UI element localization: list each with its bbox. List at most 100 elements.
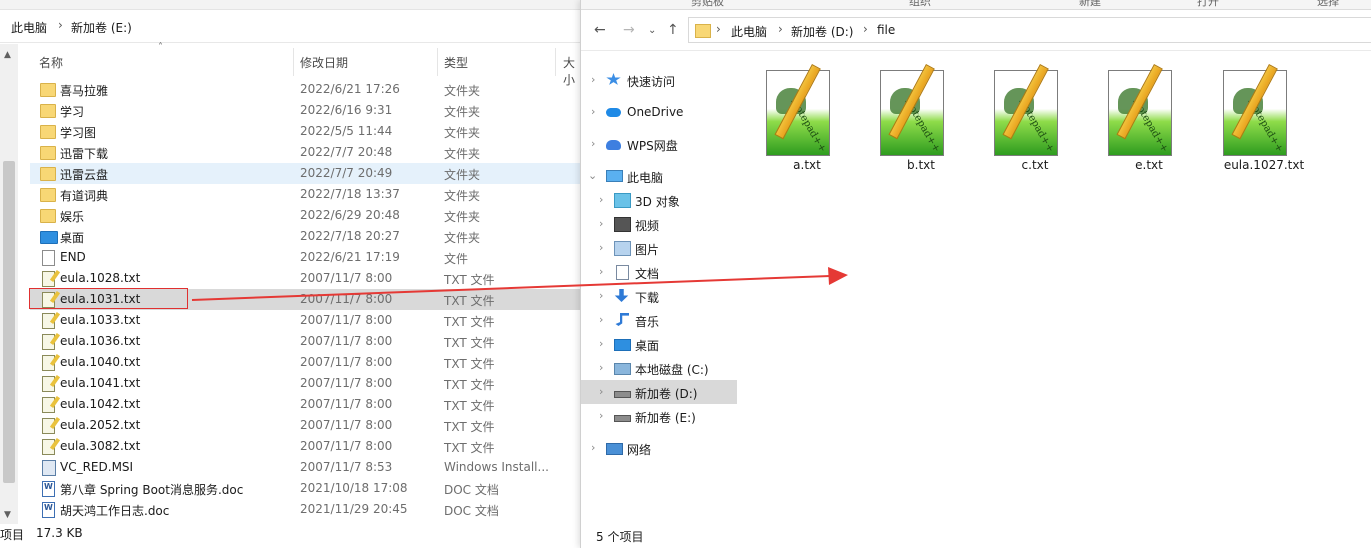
chevron-right-icon[interactable]: › [591,73,595,86]
file-row[interactable]: eula.1033.txt 2007/11/7 8:00 TXT 文件 [30,310,580,331]
ribbon-organize[interactable]: 组织 [909,0,931,9]
file-row[interactable]: 学习 2022/6/16 9:31 文件夹 [30,100,580,121]
cloud-icon [606,108,621,117]
tree-item-3d-objects[interactable]: › 3D 对象 [581,188,737,212]
tree-item-network[interactable]: › 网络 [581,436,737,460]
chevron-down-icon[interactable]: ⌄ [588,169,597,182]
tree-item-music[interactable]: › 音乐 [581,308,737,332]
column-divider[interactable] [293,48,294,76]
chevron-right-icon[interactable]: › [599,241,603,254]
tree-item-onedrive[interactable]: › OneDrive [581,100,737,124]
breadcrumb-separator-icon: › [863,22,868,36]
file-item[interactable]: Notepad++ e.txt [1094,64,1204,178]
file-row[interactable]: VC_RED.MSI 2007/11/7 8:53 Windows Install.… [30,457,580,478]
breadcrumb-this-pc[interactable]: 此电脑 [11,19,47,36]
ribbon-open[interactable]: 打开 [1197,0,1219,9]
tree-item-desktop[interactable]: › 桌面 [581,332,737,356]
file-row[interactable]: eula.2052.txt 2007/11/7 8:00 TXT 文件 [30,415,580,436]
up-arrow-icon[interactable]: ↑ [667,22,679,38]
ribbon-select[interactable]: 选择 [1317,0,1339,9]
column-name[interactable]: 名称 [39,54,63,71]
column-header: 名称 修改日期 类型 大小 [18,44,580,87]
right-explorer-window: 剪贴板 组织 新建 打开 选择 ← → ⌄ ↑ › 此电脑 › 新加卷 (D:)… [580,0,1371,548]
video-icon [614,217,631,232]
tree-item-wps-cloud[interactable]: › WPS网盘 [581,132,737,156]
folder-icon [695,24,711,38]
breadcrumb-drive-e[interactable]: 新加卷 (E:) [71,19,132,36]
chevron-right-icon[interactable]: › [599,265,603,278]
column-type[interactable]: 类型 [444,54,468,71]
file-row[interactable]: 迅雷下载 2022/7/7 20:48 文件夹 [30,142,580,163]
file-item[interactable]: Notepad++ eula.1027.txt [1209,64,1319,178]
status-item-count: 5 个项目 [596,530,644,544]
chevron-right-icon[interactable]: › [599,313,603,326]
chevron-right-icon[interactable]: › [599,289,603,302]
tree-item-quick-access[interactable]: › 快速访问 [581,68,737,92]
file-item[interactable]: Notepad++ c.txt [980,64,1090,178]
file-item[interactable]: Notepad++ a.txt [752,64,862,178]
file-row[interactable]: 迅雷云盘 2022/7/7 20:49 文件夹 [30,163,580,184]
tree-item-drive-d[interactable]: › 新加卷 (D:) [581,380,737,404]
chevron-right-icon[interactable]: › [599,337,603,350]
chevron-right-icon[interactable]: › [599,217,603,230]
column-divider[interactable] [555,48,556,76]
file-row[interactable]: eula.1028.txt 2007/11/7 8:00 TXT 文件 [30,268,580,289]
file-item[interactable]: Notepad++ b.txt [866,64,976,178]
file-row[interactable]: 学习图 2022/5/5 11:44 文件夹 [30,121,580,142]
chevron-right-icon[interactable]: › [591,137,595,150]
tree-item-videos[interactable]: › 视频 [581,212,737,236]
breadcrumb-drive-d[interactable]: 新加卷 (D:) [791,23,853,40]
file-label: b.txt [907,158,935,172]
scroll-up-icon[interactable]: ▲ [4,50,11,60]
chevron-right-icon[interactable]: › [599,361,603,374]
chevron-right-icon[interactable]: › [599,409,603,422]
file-row[interactable]: 第八章 Spring Boot消息服务.doc2021/10/18 17:08D… [30,478,580,499]
left-explorer-window: 此电脑 › 新加卷 (E:) ▲ ▼ ˄ 名称 修改日期 类型 大小 喜马拉雅 2… [0,0,580,548]
drive-icon [614,415,631,422]
txt-file-icon [42,418,55,434]
tree-item-this-pc[interactable]: ⌄ 此电脑 [581,164,737,188]
file-row[interactable]: eula.3082.txt 2007/11/7 8:00 TXT 文件 [30,436,580,457]
ribbon-clipboard[interactable]: 剪贴板 [691,0,724,9]
file-row[interactable]: 喜马拉雅 2022/6/21 17:26 文件夹 [30,79,580,100]
tree-item-drive-c[interactable]: › 本地磁盘 (C:) [581,356,737,380]
file-label: e.txt [1135,158,1163,172]
scroll-down-icon[interactable]: ▼ [4,510,11,520]
file-row[interactable]: eula.1041.txt 2007/11/7 8:00 TXT 文件 [30,373,580,394]
tree-item-downloads[interactable]: › 下载 [581,284,737,308]
scrollbar-thumb[interactable] [3,161,15,483]
chevron-right-icon[interactable]: › [591,441,595,454]
tree-item-pictures[interactable]: › 图片 [581,236,737,260]
chevron-right-icon[interactable]: › [591,105,595,118]
forward-arrow-icon[interactable]: → [623,22,635,38]
column-date[interactable]: 修改日期 [300,54,348,71]
ribbon-group-labels: 剪贴板 组织 新建 打开 选择 [581,0,1371,10]
folder-icon [40,188,56,202]
file-row[interactable]: 桌面 2022/7/18 20:27 文件夹 [30,226,580,247]
file-row[interactable]: 娱乐 2022/6/29 20:48 文件夹 [30,205,580,226]
folder-icon [40,209,56,223]
tree-item-drive-e[interactable]: › 新加卷 (E:) [581,404,737,428]
right-address-bar[interactable]: › 此电脑 › 新加卷 (D:) › file [688,17,1371,43]
file-row[interactable]: eula.1040.txt 2007/11/7 8:00 TXT 文件 [30,352,580,373]
file-row[interactable]: eula.1036.txt 2007/11/7 8:00 TXT 文件 [30,331,580,352]
notepad-plus-plus-file-icon: Notepad++ [1223,64,1291,156]
file-row[interactable]: eula.1042.txt 2007/11/7 8:00 TXT 文件 [30,394,580,415]
column-divider[interactable] [437,48,438,76]
file-icon [42,250,55,266]
file-row[interactable]: 胡天鸿工作日志.doc2021/11/29 20:45DOC 文档 [30,499,580,520]
file-row[interactable]: 有道词典 2022/7/18 13:37 文件夹 [30,184,580,205]
chevron-right-icon[interactable]: › [599,193,603,206]
breadcrumb-file-folder[interactable]: file [877,23,895,37]
ribbon-new[interactable]: 新建 [1079,0,1101,9]
breadcrumb-this-pc[interactable]: 此电脑 [731,23,767,40]
file-row[interactable]: END 2022/6/21 17:19 文件 [30,247,580,268]
recent-locations-icon[interactable]: ⌄ [648,25,656,36]
chevron-right-icon[interactable]: › [599,385,603,398]
word-doc-icon [42,481,55,497]
left-vertical-scrollbar[interactable]: ▲ ▼ [0,44,18,524]
tree-item-documents[interactable]: › 文档 [581,260,737,284]
back-arrow-icon[interactable]: ← [594,22,606,38]
left-address-bar[interactable]: 此电脑 › 新加卷 (E:) [0,10,580,43]
download-icon [614,289,629,302]
